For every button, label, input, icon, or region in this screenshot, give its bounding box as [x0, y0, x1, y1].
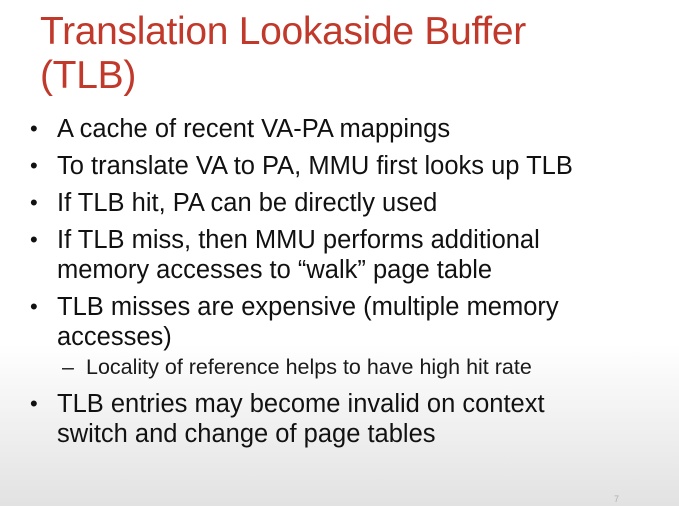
bullet-text: A cache of recent VA-PA mappings [57, 115, 451, 143]
sub-bullet-item: – Locality of reference helps to have hi… [28, 353, 673, 381]
bullet-dot-icon: • [30, 294, 38, 319]
title-line-2: (TLB) [40, 54, 137, 97]
bullet-text: If TLB hit, PA can be directly used [57, 189, 438, 217]
slide-title: Translation Lookaside Buffer (TLB) [40, 10, 640, 98]
bullet-item: • To translate VA to PA, MMU first looks… [28, 151, 673, 181]
bullet-dot-icon: • [30, 227, 38, 252]
bullet-text-line-1: TLB entries may become invalid on contex… [57, 390, 545, 418]
bullet-list: • A cache of recent VA-PA mappings • To … [28, 114, 673, 456]
title-line-1: Translation Lookaside Buffer [40, 10, 526, 53]
bullet-item: • TLB misses are expensive (multiple mem… [28, 292, 673, 352]
sub-bullet-text: Locality of reference helps to have high… [86, 355, 532, 379]
bullet-item: • A cache of recent VA-PA mappings [28, 114, 673, 144]
bullet-item: • If TLB miss, then MMU performs additio… [28, 225, 673, 285]
dash-icon: – [62, 355, 74, 379]
bullet-text-line-2: switch and change of page tables [57, 420, 436, 448]
bullet-dot-icon: • [30, 190, 38, 215]
bullet-dot-icon: • [30, 116, 38, 141]
bullet-item: • TLB entries may become invalid on cont… [28, 389, 673, 449]
bullet-item: • If TLB hit, PA can be directly used [28, 188, 673, 218]
slide: Translation Lookaside Buffer (TLB) • A c… [0, 0, 679, 506]
bullet-text-line-1: TLB misses are expensive (multiple memor… [57, 293, 559, 321]
bullet-dot-icon: • [30, 153, 38, 178]
bullet-text: To translate VA to PA, MMU first looks u… [57, 152, 573, 180]
bullet-text-line-1: If TLB miss, then MMU performs additiona… [57, 226, 540, 254]
bullet-text-line-2: memory accesses to “walk” page table [57, 256, 493, 284]
page-number: 7 [613, 494, 619, 504]
bullet-text-line-2: accesses) [57, 323, 172, 351]
bullet-dot-icon: • [30, 391, 38, 416]
